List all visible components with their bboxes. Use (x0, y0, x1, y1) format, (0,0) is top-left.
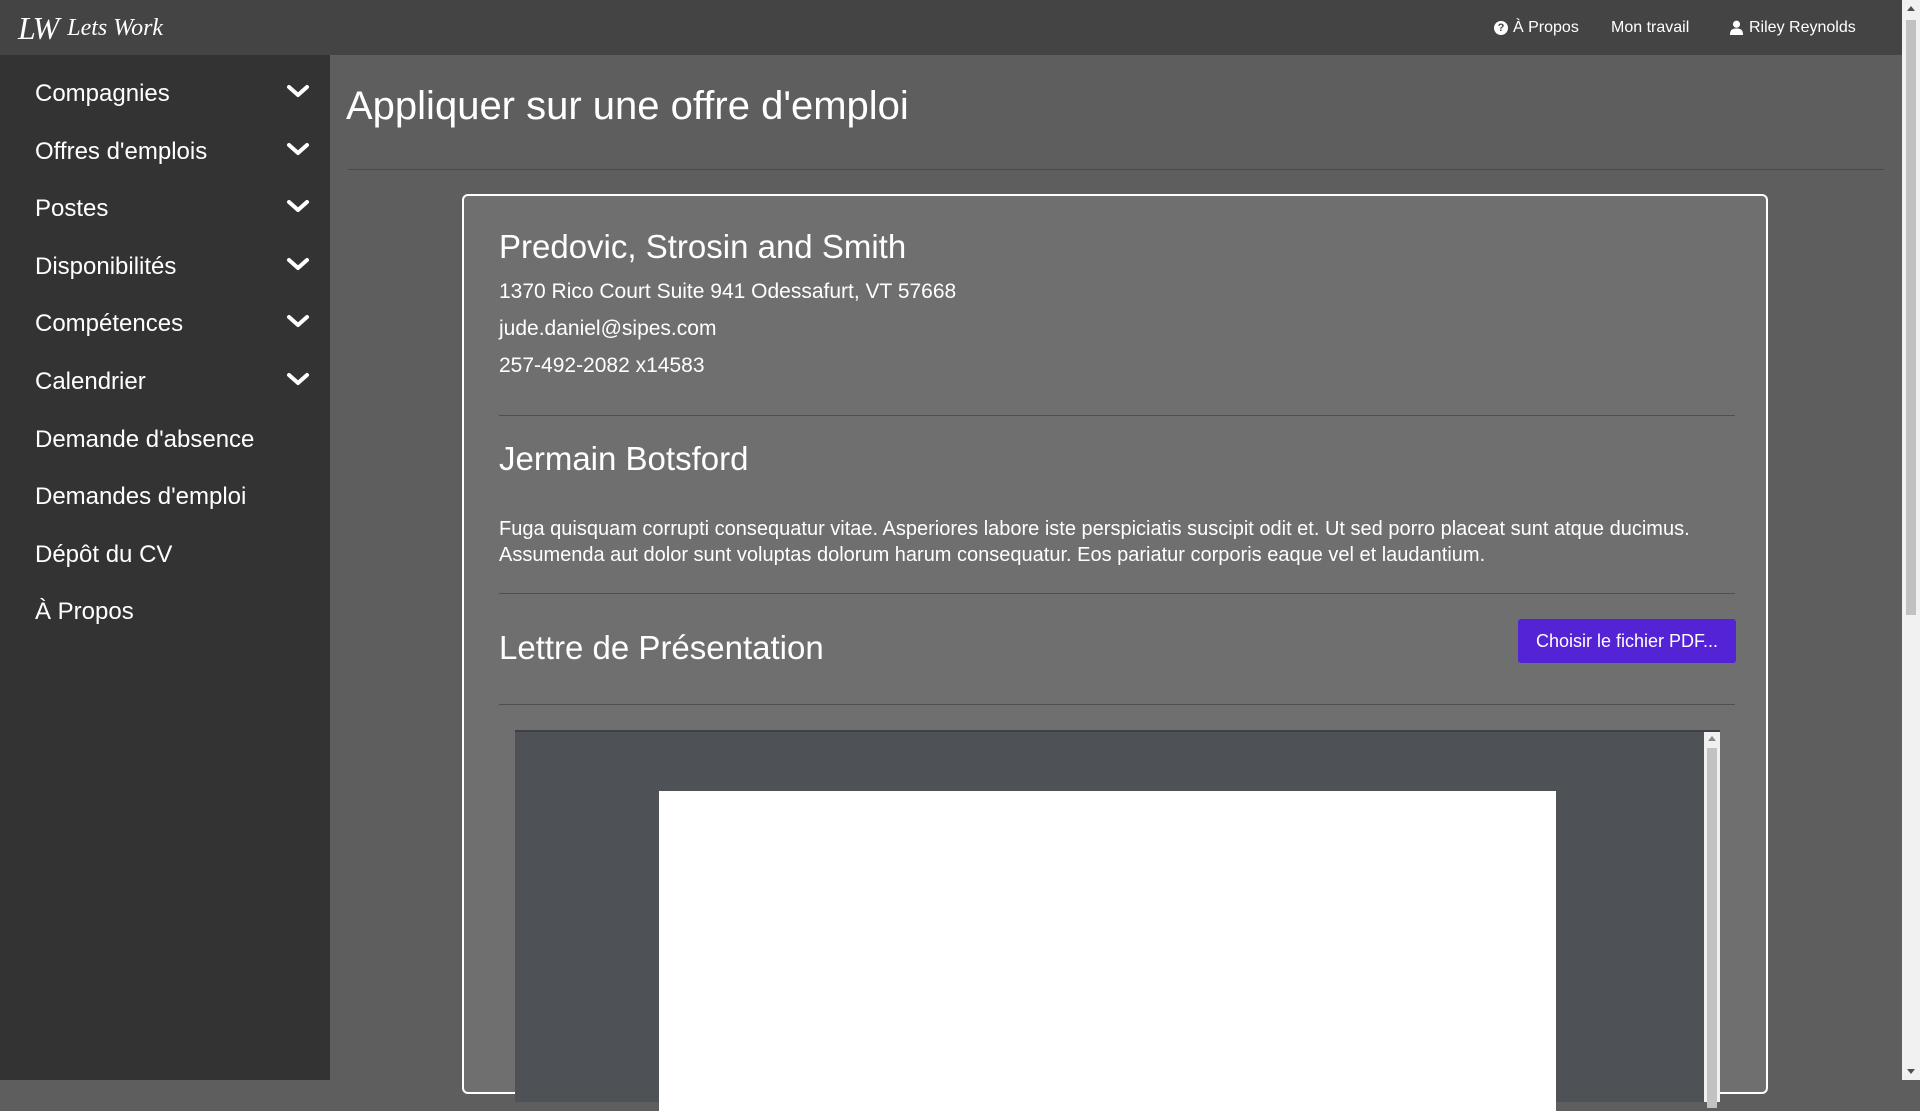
chevron-down-icon (287, 85, 309, 97)
choose-pdf-button[interactable]: Choisir le fichier PDF... (1518, 619, 1736, 663)
company-email: jude.daniel@sipes.com (499, 317, 717, 340)
job-description: Fuga quisquam corrupti consequatur vitae… (499, 518, 1690, 566)
cover-letter-title: Lettre de Présentation (499, 629, 824, 666)
top-navbar: LW Lets Work ? À Propos Mon travail Rile… (0, 0, 1902, 55)
divider (499, 415, 1735, 416)
company-phone: 257-492-2082 x14583 (499, 354, 705, 377)
sidebar-item-label: Compagnies (35, 80, 170, 107)
chevron-down-icon (287, 143, 309, 155)
divider (499, 593, 1735, 594)
sidebar-item-label: Demande d'absence (35, 426, 255, 453)
sidebar-item-label: À Propos (35, 598, 134, 625)
chevron-down-icon (287, 373, 309, 385)
scroll-up-arrow-icon[interactable] (1907, 6, 1915, 11)
nav-about-label: À Propos (1513, 18, 1579, 36)
sidebar-item-companies[interactable]: Compagnies (35, 74, 310, 114)
scroll-down-arrow-icon[interactable] (1907, 1069, 1915, 1074)
question-circle-icon: ? (1494, 20, 1508, 35)
sidebar-item-label: Calendrier (35, 368, 146, 395)
sidebar-item-positions[interactable]: Postes (35, 189, 310, 229)
divider (348, 169, 1884, 170)
sidebar-item-about[interactable]: À Propos (35, 592, 310, 632)
sidebar-item-skills[interactable]: Compétences (35, 304, 310, 344)
window-scroll-thumb[interactable] (1906, 20, 1916, 615)
nav-about-link[interactable]: ? À Propos (1494, 0, 1579, 55)
sidebar-item-label: Postes (35, 195, 109, 222)
sidebar-item-cv-upload[interactable]: Dépôt du CV (35, 535, 310, 575)
sidebar-item-absence-request[interactable]: Demande d'absence (35, 420, 310, 460)
pdf-viewer[interactable] (515, 730, 1720, 1111)
divider (499, 704, 1735, 705)
pdf-page (659, 791, 1556, 1111)
sidebar-item-job-applications[interactable]: Demandes d'emploi (35, 477, 310, 517)
pdf-viewer-scroll-thumb[interactable] (1707, 748, 1717, 1108)
window-scrollbar[interactable] (1902, 0, 1920, 1080)
sidebar-item-label: Offres d'emplois (35, 138, 208, 165)
scroll-up-arrow-icon[interactable] (1708, 736, 1716, 741)
sidebar-item-label: Dépôt du CV (35, 541, 173, 568)
company-address: 1370 Rico Court Suite 941 Odessafurt, VT… (499, 280, 957, 303)
page-title: Appliquer sur une offre d'emploi (346, 84, 909, 128)
chevron-down-icon (287, 200, 309, 212)
job-title: Jermain Botsford (499, 440, 749, 477)
nav-user-name: Riley Reynolds (1749, 18, 1856, 36)
company-name: Predovic, Strosin and Smith (499, 228, 907, 265)
sidebar-item-calendar[interactable]: Calendrier (35, 362, 310, 402)
nav-user-menu[interactable]: Riley Reynolds (1729, 0, 1856, 55)
sidebar-item-label: Demandes d'emploi (35, 483, 247, 510)
sidebar-item-availabilities[interactable]: Disponibilités (35, 247, 310, 287)
brand-name: Lets Work (67, 14, 164, 41)
nav-my-work-link[interactable]: Mon travail (1611, 0, 1689, 55)
brand-logo-link[interactable]: LW Lets Work (18, 8, 163, 48)
sidebar-item-job-offers[interactable]: Offres d'emplois (35, 132, 310, 172)
chevron-down-icon (287, 258, 309, 270)
nav-my-work-label: Mon travail (1611, 18, 1690, 36)
chevron-down-icon (287, 315, 309, 327)
brand-logo: LW (18, 9, 59, 46)
user-icon (1729, 20, 1744, 35)
sidebar-item-label: Disponibilités (35, 253, 177, 280)
sidebar: Compagnies Offres d'emplois Postes Dispo… (0, 55, 330, 1080)
pdf-viewer-scrollbar[interactable] (1704, 732, 1720, 1108)
sidebar-item-label: Compétences (35, 310, 184, 337)
job-application-card: Predovic, Strosin and Smith 1370 Rico Co… (462, 194, 1768, 1111)
